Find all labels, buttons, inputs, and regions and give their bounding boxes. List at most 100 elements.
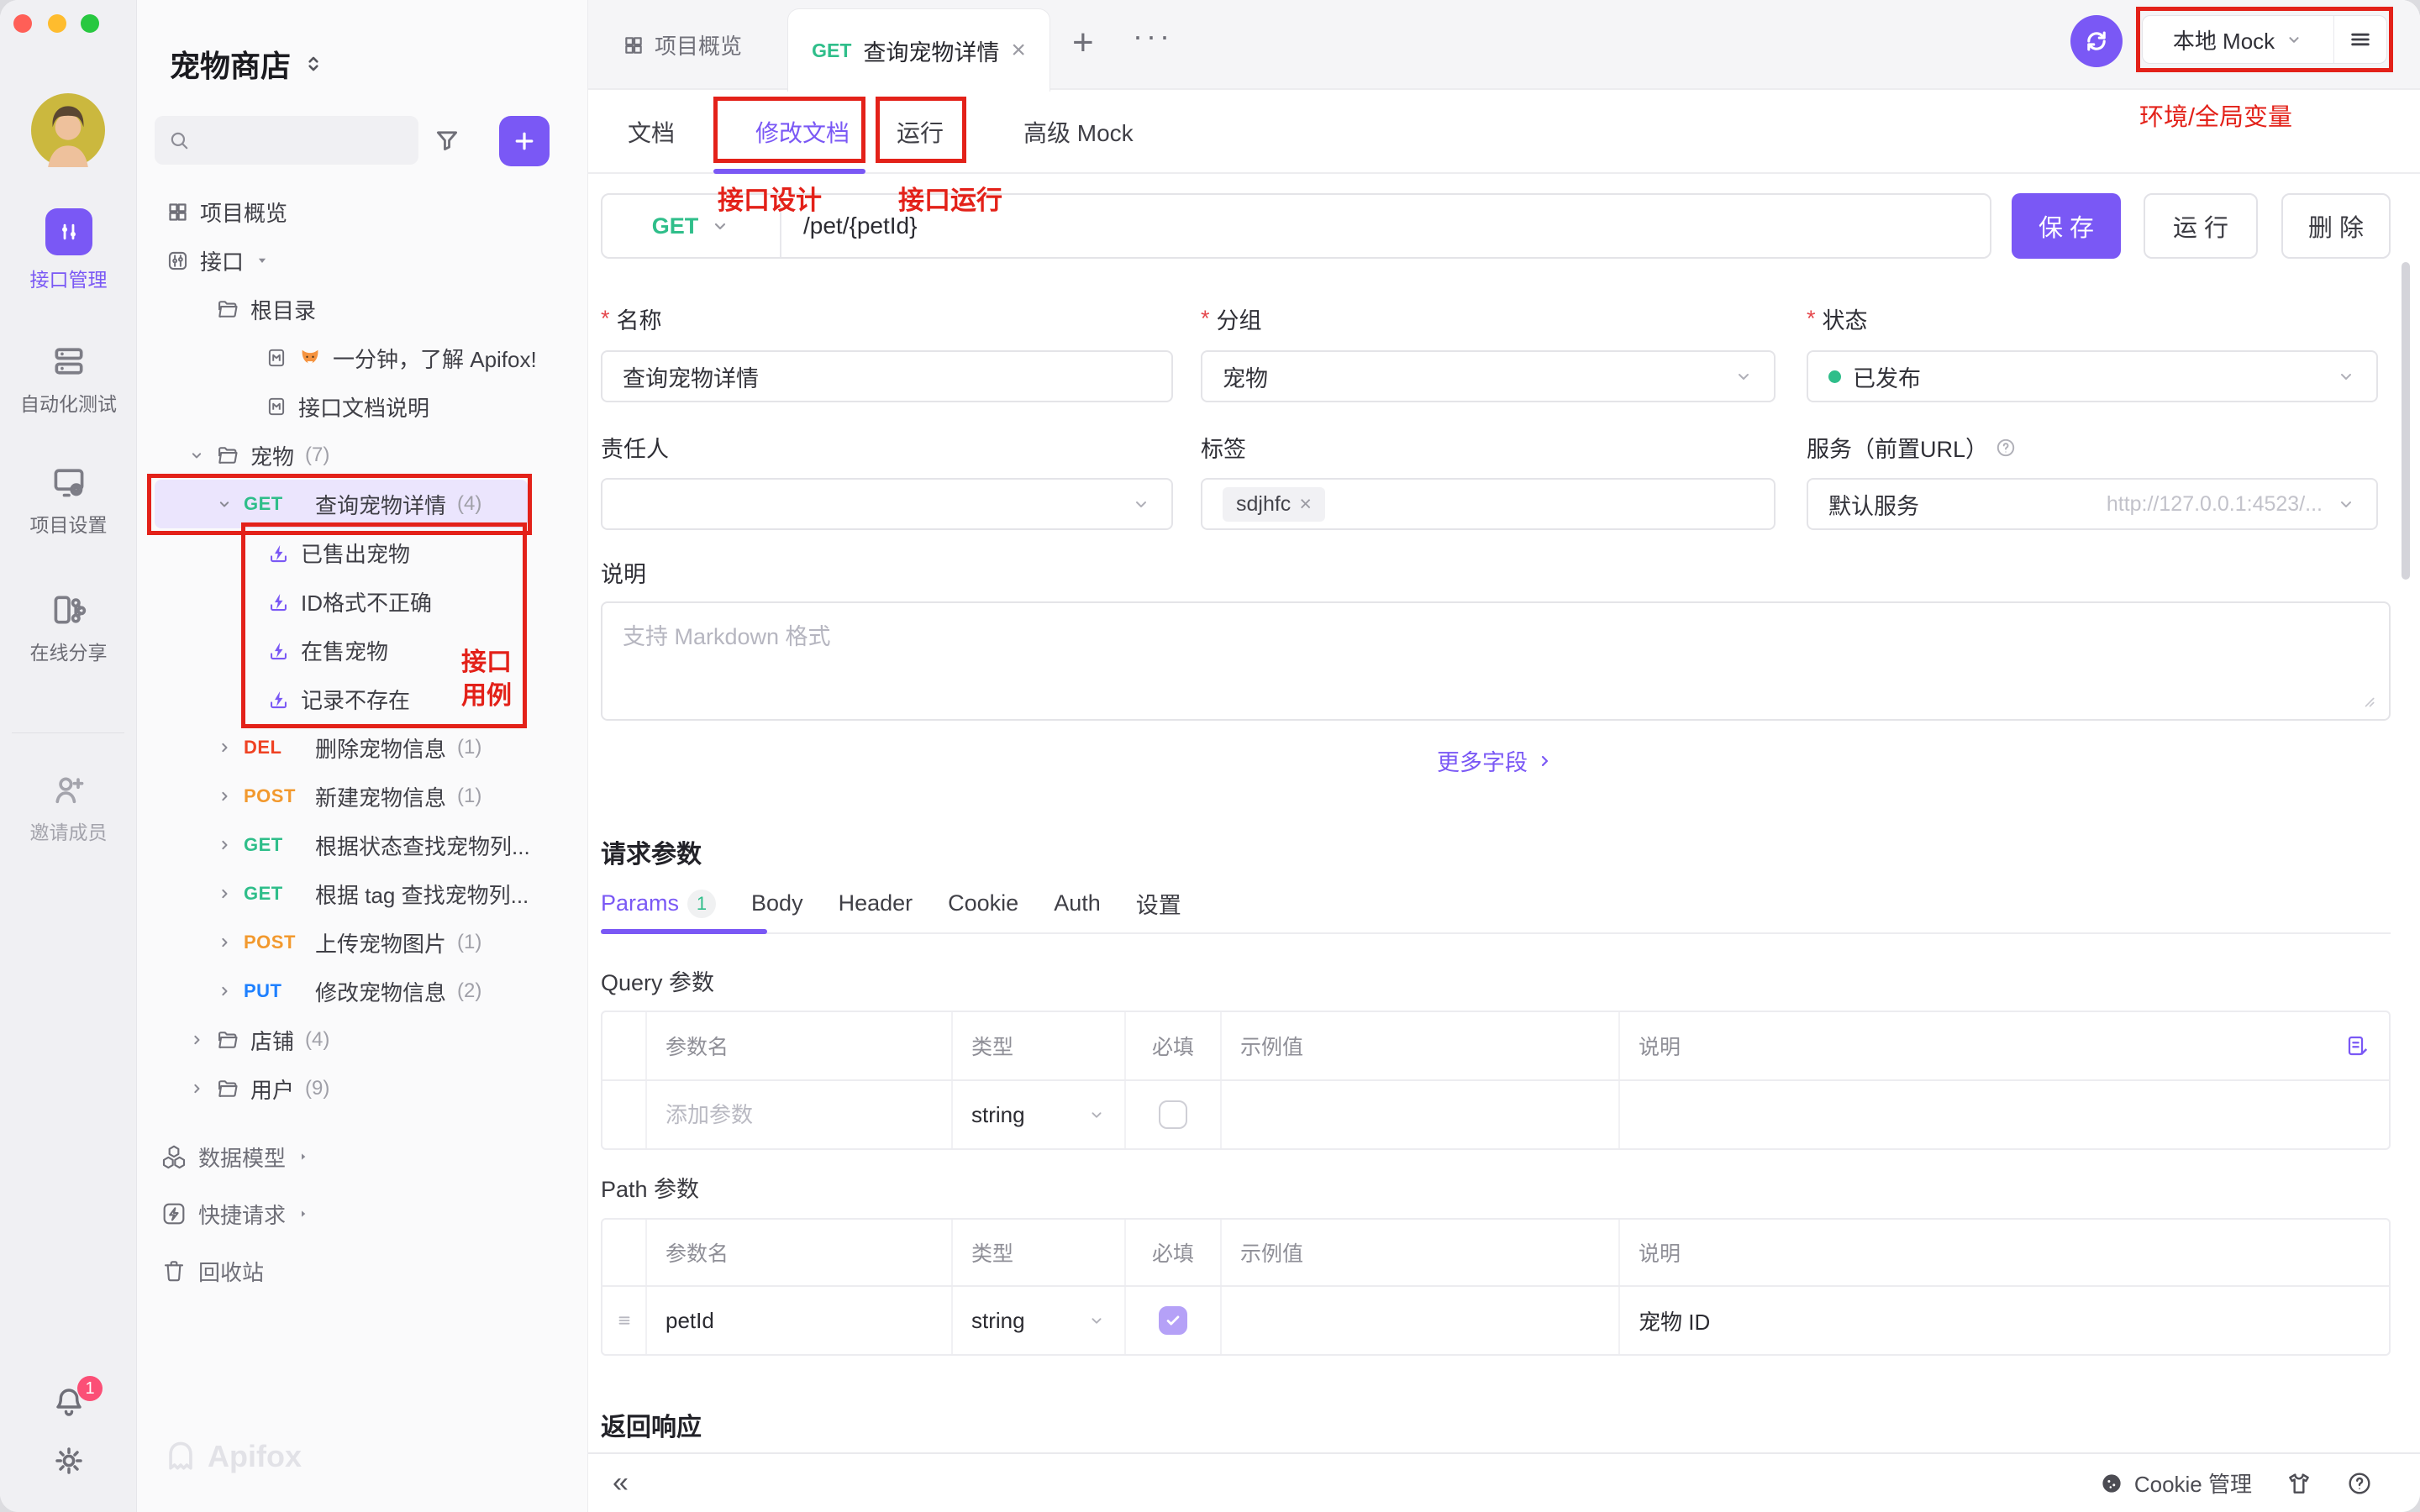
rail-item-api-management[interactable]: 接口管理 — [0, 208, 137, 292]
tabs-divider — [601, 932, 2391, 934]
description-label: 说明 — [601, 556, 646, 589]
grid-icon — [623, 34, 644, 56]
rail-item-automated-testing[interactable]: 自动化测试 — [0, 343, 137, 417]
remove-tag-icon[interactable]: × — [1299, 492, 1312, 517]
chevron-right-icon[interactable] — [216, 837, 233, 853]
project-switcher[interactable]: 宠物商店 — [170, 42, 324, 86]
group-select[interactable]: 宠物 — [1201, 350, 1776, 402]
rail-item-invite-members[interactable]: 邀请成员 — [0, 771, 137, 845]
scrollbar[interactable] — [2402, 262, 2410, 580]
delete-button[interactable]: 删 除 — [2281, 193, 2391, 259]
tab-auth[interactable]: Auth — [1054, 890, 1101, 916]
name-field[interactable]: 查询宠物详情 — [601, 350, 1173, 402]
chevrons-updown-icon — [302, 53, 324, 75]
sidebar-folder-root[interactable]: 根目录 — [137, 285, 588, 333]
chevron-right-icon[interactable] — [216, 983, 233, 1000]
quick-request-icon — [160, 1200, 187, 1227]
sidebar-api-upload-image[interactable]: POST 上传宠物图片 (1) — [137, 918, 588, 967]
sidebar-folder-pets[interactable]: 宠物 (7) — [137, 431, 588, 480]
tab-header[interactable]: Header — [839, 890, 913, 916]
window-close-button[interactable] — [13, 14, 32, 33]
notification-badge: 1 — [77, 1376, 103, 1401]
owner-select[interactable] — [601, 478, 1173, 530]
rail-item-project-settings[interactable]: 项目设置 — [0, 464, 137, 538]
avatar[interactable] — [31, 93, 105, 167]
tab-project-overview[interactable]: 项目概览 — [614, 0, 750, 90]
window-minimize-button[interactable] — [48, 14, 66, 33]
tree-label: 新建宠物信息 — [315, 781, 446, 812]
markdown-doc-icon — [266, 347, 287, 369]
chevron-right-icon[interactable] — [188, 1080, 205, 1097]
rail-item-online-share[interactable]: 在线分享 — [0, 591, 137, 665]
chevron-down-icon[interactable] — [188, 447, 205, 464]
sidebar-item-quick-request[interactable]: 快捷请求 — [137, 1185, 588, 1242]
search-box[interactable] — [155, 116, 418, 165]
sidebar-api-get-by-tag[interactable]: GET 根据 tag 查找宠物列... — [137, 869, 588, 918]
add-button[interactable] — [499, 116, 550, 166]
param-name[interactable]: petId — [647, 1287, 953, 1354]
chevron-right-icon[interactable] — [188, 1032, 205, 1048]
tab-advanced-mock[interactable]: 高级 Mock — [1023, 90, 1134, 174]
sidebar-doc-intro[interactable]: 一分钟，了解 Apifox! — [137, 333, 588, 382]
run-button[interactable]: 运 行 — [2144, 193, 2258, 259]
tab-body[interactable]: Body — [751, 890, 803, 916]
sidebar-folder-users[interactable]: 用户 (9) — [137, 1064, 588, 1113]
sidebar-api-post-pet[interactable]: POST 新建宠物信息 (1) — [137, 772, 588, 821]
window-zoom-button[interactable] — [81, 14, 99, 33]
param-desc[interactable]: 宠物 ID — [1620, 1287, 2389, 1354]
required-checkbox[interactable] — [1159, 1306, 1187, 1335]
tree-count: (4) — [305, 1028, 329, 1052]
collapse-sidebar-icon[interactable]: « — [613, 1467, 629, 1499]
add-param-input[interactable] — [666, 1102, 933, 1128]
chevron-right-icon[interactable] — [216, 788, 233, 805]
chevron-right-icon[interactable] — [216, 885, 233, 902]
tab-cookie[interactable]: Cookie — [948, 890, 1018, 916]
chevron-right-icon[interactable] — [216, 934, 233, 951]
invite-members-icon — [50, 771, 87, 808]
sidebar-doc-notes[interactable]: 接口文档说明 — [137, 382, 588, 431]
sidebar-api-put-pet[interactable]: PUT 修改宠物信息 (2) — [137, 967, 588, 1016]
sidebar-item-apis[interactable]: 接口 — [137, 236, 588, 285]
drag-handle-icon[interactable] — [615, 1311, 634, 1330]
tab-params[interactable]: Params 1 — [601, 890, 716, 918]
table-header-row: 参数名 类型 必填 示例值 说明 — [602, 1012, 2389, 1081]
new-tab-button[interactable]: + — [1072, 22, 1094, 64]
search-input[interactable] — [198, 129, 408, 153]
sidebar-item-data-models[interactable]: 数据模型 — [137, 1128, 588, 1185]
type-select[interactable]: string — [971, 1102, 1106, 1128]
tree-label: 根据 tag 查找宠物列... — [315, 879, 529, 910]
sync-button[interactable] — [2070, 15, 2123, 67]
tab-more-icon[interactable]: ··· — [1133, 18, 1173, 54]
request-param-tabs: Params 1 Body Header Cookie Auth 设置 — [601, 887, 1181, 920]
tab-doc[interactable]: 文档 — [628, 90, 675, 174]
tree-label: 一分钟，了解 Apifox! — [333, 343, 537, 374]
required-checkbox[interactable] — [1159, 1100, 1187, 1129]
settings-gear-icon[interactable] — [51, 1443, 87, 1478]
help-icon[interactable] — [2346, 1470, 2373, 1497]
sidebar-api-get-by-status[interactable]: GET 根据状态查找宠物列... — [137, 821, 588, 869]
tags-field[interactable]: sdjhfc × — [1201, 478, 1776, 530]
more-fields-link[interactable]: 更多字段 — [588, 744, 2403, 777]
tab-settings[interactable]: 设置 — [1136, 887, 1181, 920]
tab-get-pet-detail[interactable]: GET 查询宠物详情 × — [787, 8, 1050, 92]
environment-dropdown[interactable]: 本地 Mock — [2143, 16, 2334, 63]
description-textarea[interactable] — [601, 601, 2391, 721]
chevron-right-icon[interactable] — [216, 739, 233, 756]
bulk-edit-icon[interactable] — [2345, 1033, 2370, 1058]
sidebar-item-project-overview[interactable]: 项目概览 — [137, 187, 588, 236]
sidebar-folder-store[interactable]: 店铺 (4) — [137, 1016, 588, 1064]
help-icon[interactable] — [1995, 437, 2017, 459]
close-icon[interactable]: × — [1011, 38, 1026, 63]
save-button[interactable]: 保 存 — [2012, 193, 2121, 259]
resize-grip-icon[interactable] — [2360, 692, 2376, 709]
environment-menu-icon[interactable] — [2334, 16, 2386, 63]
sidebar-item-trash[interactable]: 回收站 — [137, 1242, 588, 1299]
service-select[interactable]: 默认服务 http://127.0.0.1:4523/... — [1807, 478, 2378, 530]
cookie-manager-button[interactable]: Cookie 管理 — [2099, 1467, 2252, 1499]
sidebar-api-del-pet[interactable]: DEL 删除宠物信息 (1) — [137, 723, 588, 772]
type-select[interactable]: string — [971, 1308, 1106, 1334]
filter-icon[interactable] — [433, 126, 461, 155]
tree-label: 用户 — [250, 1074, 294, 1105]
status-select[interactable]: 已发布 — [1807, 350, 2378, 402]
tshirt-icon[interactable] — [2286, 1470, 2312, 1497]
